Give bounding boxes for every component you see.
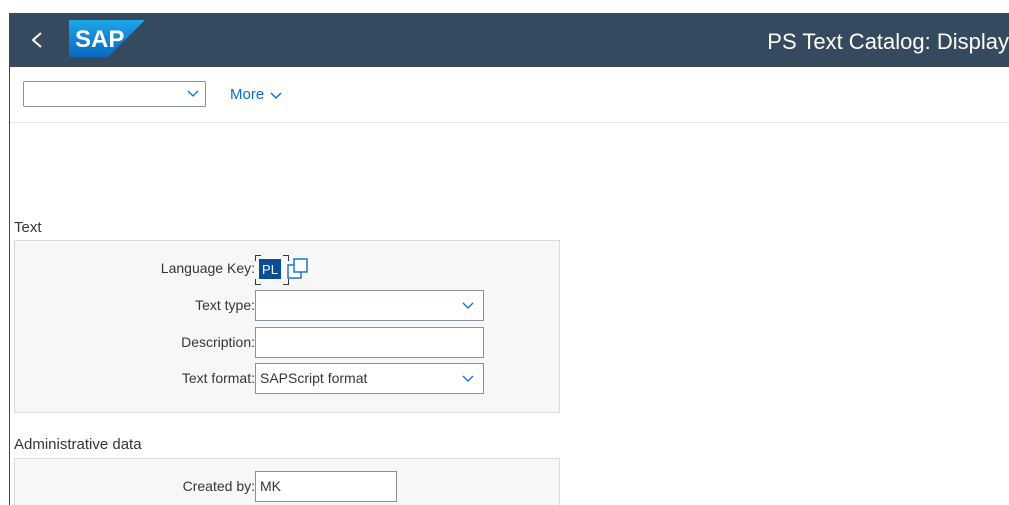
variant-select[interactable] — [23, 81, 206, 107]
back-button[interactable] — [23, 25, 51, 55]
text-type-label: Text type: — [195, 297, 255, 313]
sap-logo[interactable]: SAP — [69, 20, 145, 57]
chevron-down-icon — [187, 90, 199, 97]
language-key-label: Language Key: — [160, 260, 255, 276]
created-by-value: MK — [260, 478, 281, 494]
copy-icon[interactable] — [287, 258, 309, 280]
toolbar: More — [10, 67, 1009, 123]
description-input[interactable] — [255, 327, 484, 358]
text-format-row: Text format: SAPScript format — [15, 363, 561, 394]
text-format-select[interactable]: SAPScript format — [255, 363, 484, 394]
more-button[interactable]: More — [230, 86, 282, 103]
created-by-label: Created by: — [182, 478, 255, 494]
section-title-text: Text — [14, 219, 42, 236]
description-row: Description: — [15, 327, 561, 358]
back-icon — [31, 32, 42, 48]
focus-corner — [255, 279, 261, 285]
main-content: Text Language Key: PL Text type: Descrip… — [10, 123, 1009, 505]
text-type-row: Text type: — [15, 290, 561, 321]
svg-text:SAP: SAP — [75, 26, 124, 53]
shell-bar: SAP PS Text Catalog: Display — [9, 13, 1009, 67]
text-type-select[interactable] — [255, 290, 484, 321]
admin-group-box: Created by: MK — [14, 458, 560, 505]
language-key-field[interactable]: PL — [255, 255, 315, 285]
description-label: Description: — [181, 334, 255, 350]
chevron-down-icon — [462, 302, 474, 309]
language-key-value[interactable]: PL — [259, 259, 281, 279]
text-group-box: Language Key: PL Text type: Description:… — [14, 240, 560, 413]
language-key-row: Language Key: PL — [15, 253, 561, 285]
created-by-row: Created by: MK — [15, 471, 561, 502]
section-title-admin: Administrative data — [14, 436, 142, 453]
more-button-label: More — [230, 86, 265, 103]
text-format-label: Text format: — [181, 370, 255, 386]
text-format-value: SAPScript format — [260, 370, 368, 386]
chevron-down-icon — [462, 375, 474, 382]
chevron-down-icon — [270, 92, 282, 99]
page-title: PS Text Catalog: Display — [767, 29, 1009, 54]
created-by-input[interactable]: MK — [255, 471, 397, 502]
